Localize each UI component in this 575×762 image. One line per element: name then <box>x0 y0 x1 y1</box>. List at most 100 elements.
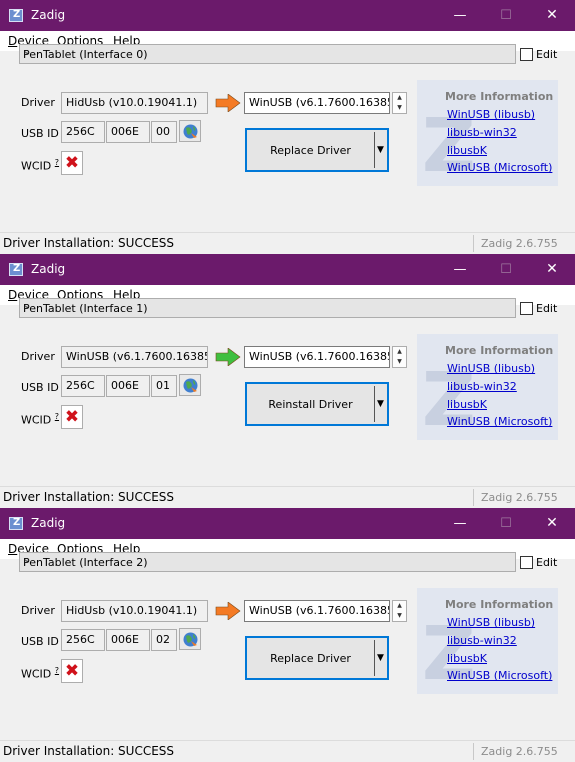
install-driver-label: Replace Driver <box>270 652 351 665</box>
zadig-window: Zadig — ☐ ✕ Device Options Help PenTable… <box>0 254 575 508</box>
window-title: Zadig <box>31 8 66 22</box>
wcid-status-x-icon: ✖ <box>61 659 83 683</box>
edit-checkbox[interactable] <box>520 556 533 569</box>
target-driver-field[interactable]: WinUSB (v6.1.7600.16385) <box>244 600 390 622</box>
status-bar: Driver Installation: SUCCESS Zadig 2.6.7… <box>0 486 575 508</box>
wcid-help-link[interactable]: ? <box>55 412 59 421</box>
driver-spin-control[interactable]: ▲ ▼ <box>392 92 407 114</box>
wcid-label: WCID ? <box>21 666 60 681</box>
usb-mi-field: 00 <box>151 121 177 143</box>
zadig-app-icon <box>9 263 23 276</box>
window-title: Zadig <box>31 516 66 530</box>
status-message: Driver Installation: SUCCESS <box>3 744 175 758</box>
minimize-button[interactable]: — <box>437 0 483 31</box>
link-winusb-libusb[interactable]: WinUSB (libusb) <box>447 616 535 629</box>
chevron-down-icon: ⌄ <box>23 300 32 311</box>
edit-label: Edit <box>536 556 558 569</box>
link-winusb-microsoft[interactable]: WinUSB (Microsoft) <box>447 415 552 428</box>
split-dropdown-icon[interactable]: ▼ <box>377 399 384 409</box>
chevron-down-icon: ⌄ <box>23 554 32 565</box>
split-separator <box>374 386 375 422</box>
link-libusbk[interactable]: libusbK <box>447 398 487 411</box>
more-info-panel: Z More Information WinUSB (libusb) libus… <box>417 334 558 440</box>
more-info-panel: Z More Information WinUSB (libusb) libus… <box>417 80 558 186</box>
target-driver-field[interactable]: WinUSB (v6.1.7600.16385) <box>244 346 390 368</box>
close-button[interactable]: ✕ <box>529 254 575 285</box>
usb-id-label: USB ID <box>21 127 59 140</box>
window-title: Zadig <box>31 262 66 276</box>
wcid-label: WCID ? <box>21 158 60 173</box>
current-driver-field: HidUsb (v10.0.19041.1) <box>61 600 208 622</box>
driver-label: Driver <box>21 96 55 109</box>
install-driver-label: Reinstall Driver <box>268 398 353 411</box>
install-driver-button[interactable]: Replace Driver ▼ <box>245 636 389 680</box>
driver-spin-control[interactable]: ▲ ▼ <box>392 600 407 622</box>
link-winusb-libusb[interactable]: WinUSB (libusb) <box>447 108 535 121</box>
more-info-title: More Information <box>445 598 554 611</box>
device-select[interactable]: PenTablet (Interface 0) ⌄ <box>19 44 516 64</box>
install-driver-button[interactable]: Replace Driver ▼ <box>245 128 389 172</box>
wcid-status-x-icon: ✖ <box>61 151 83 175</box>
version-label: Zadig 2.6.755 <box>481 237 558 250</box>
split-separator <box>374 132 375 168</box>
title-bar[interactable]: Zadig — ☐ ✕ <box>0 254 575 285</box>
arrow-right-icon <box>215 602 241 620</box>
globe-icon[interactable] <box>179 628 201 650</box>
version-label: Zadig 2.6.755 <box>481 745 558 758</box>
usb-id-label: USB ID <box>21 635 59 648</box>
split-separator <box>374 640 375 676</box>
wcid-label: WCID ? <box>21 412 60 427</box>
usb-pid-field: 006E <box>106 375 150 397</box>
wcid-status-x-icon: ✖ <box>61 405 83 429</box>
wcid-help-link[interactable]: ? <box>55 666 59 675</box>
maximize-button[interactable]: ☐ <box>483 508 529 539</box>
edit-checkbox[interactable] <box>520 48 533 61</box>
title-bar[interactable]: Zadig — ☐ ✕ <box>0 0 575 31</box>
device-select[interactable]: PenTablet (Interface 1) ⌄ <box>19 298 516 318</box>
globe-icon[interactable] <box>179 120 201 142</box>
maximize-button[interactable]: ☐ <box>483 0 529 31</box>
link-libusb-win32[interactable]: libusb-win32 <box>447 380 517 393</box>
link-libusb-win32[interactable]: libusb-win32 <box>447 634 517 647</box>
minimize-button[interactable]: — <box>437 508 483 539</box>
zadig-window: Zadig — ☐ ✕ Device Options Help PenTable… <box>0 508 575 762</box>
status-separator <box>473 489 474 506</box>
status-bar: Driver Installation: SUCCESS Zadig 2.6.7… <box>0 232 575 254</box>
status-bar: Driver Installation: SUCCESS Zadig 2.6.7… <box>0 740 575 762</box>
wcid-help-link[interactable]: ? <box>55 158 59 167</box>
link-libusb-win32[interactable]: libusb-win32 <box>447 126 517 139</box>
current-driver-field: HidUsb (v10.0.19041.1) <box>61 92 208 114</box>
link-winusb-microsoft[interactable]: WinUSB (Microsoft) <box>447 161 552 174</box>
install-driver-label: Replace Driver <box>270 144 351 157</box>
edit-checkbox[interactable] <box>520 302 533 315</box>
edit-label: Edit <box>536 48 558 61</box>
chevron-down-icon: ⌄ <box>23 46 32 57</box>
minimize-button[interactable]: — <box>437 254 483 285</box>
status-separator <box>473 235 474 252</box>
title-bar[interactable]: Zadig — ☐ ✕ <box>0 508 575 539</box>
more-info-title: More Information <box>445 90 554 103</box>
driver-spin-control[interactable]: ▲ ▼ <box>392 346 407 368</box>
install-driver-button[interactable]: Reinstall Driver ▼ <box>245 382 389 426</box>
split-dropdown-icon[interactable]: ▼ <box>377 145 384 155</box>
more-info-title: More Information <box>445 344 554 357</box>
split-dropdown-icon[interactable]: ▼ <box>377 653 384 663</box>
zadig-app-icon <box>9 517 23 530</box>
more-info-panel: Z More Information WinUSB (libusb) libus… <box>417 588 558 694</box>
maximize-button[interactable]: ☐ <box>483 254 529 285</box>
usb-pid-field: 006E <box>106 121 150 143</box>
link-winusb-microsoft[interactable]: WinUSB (Microsoft) <box>447 669 552 682</box>
edit-label: Edit <box>536 302 558 315</box>
link-libusbk[interactable]: libusbK <box>447 652 487 665</box>
close-button[interactable]: ✕ <box>529 0 575 31</box>
globe-icon[interactable] <box>179 374 201 396</box>
device-select[interactable]: PenTablet (Interface 2) ⌄ <box>19 552 516 572</box>
link-winusb-libusb[interactable]: WinUSB (libusb) <box>447 362 535 375</box>
close-button[interactable]: ✕ <box>529 508 575 539</box>
arrow-right-icon <box>215 348 241 366</box>
status-message: Driver Installation: SUCCESS <box>3 236 175 250</box>
link-libusbk[interactable]: libusbK <box>447 144 487 157</box>
target-driver-field[interactable]: WinUSB (v6.1.7600.16385) <box>244 92 390 114</box>
usb-id-label: USB ID <box>21 381 59 394</box>
zadig-window: Zadig — ☐ ✕ Device Options Help PenTable… <box>0 0 575 254</box>
